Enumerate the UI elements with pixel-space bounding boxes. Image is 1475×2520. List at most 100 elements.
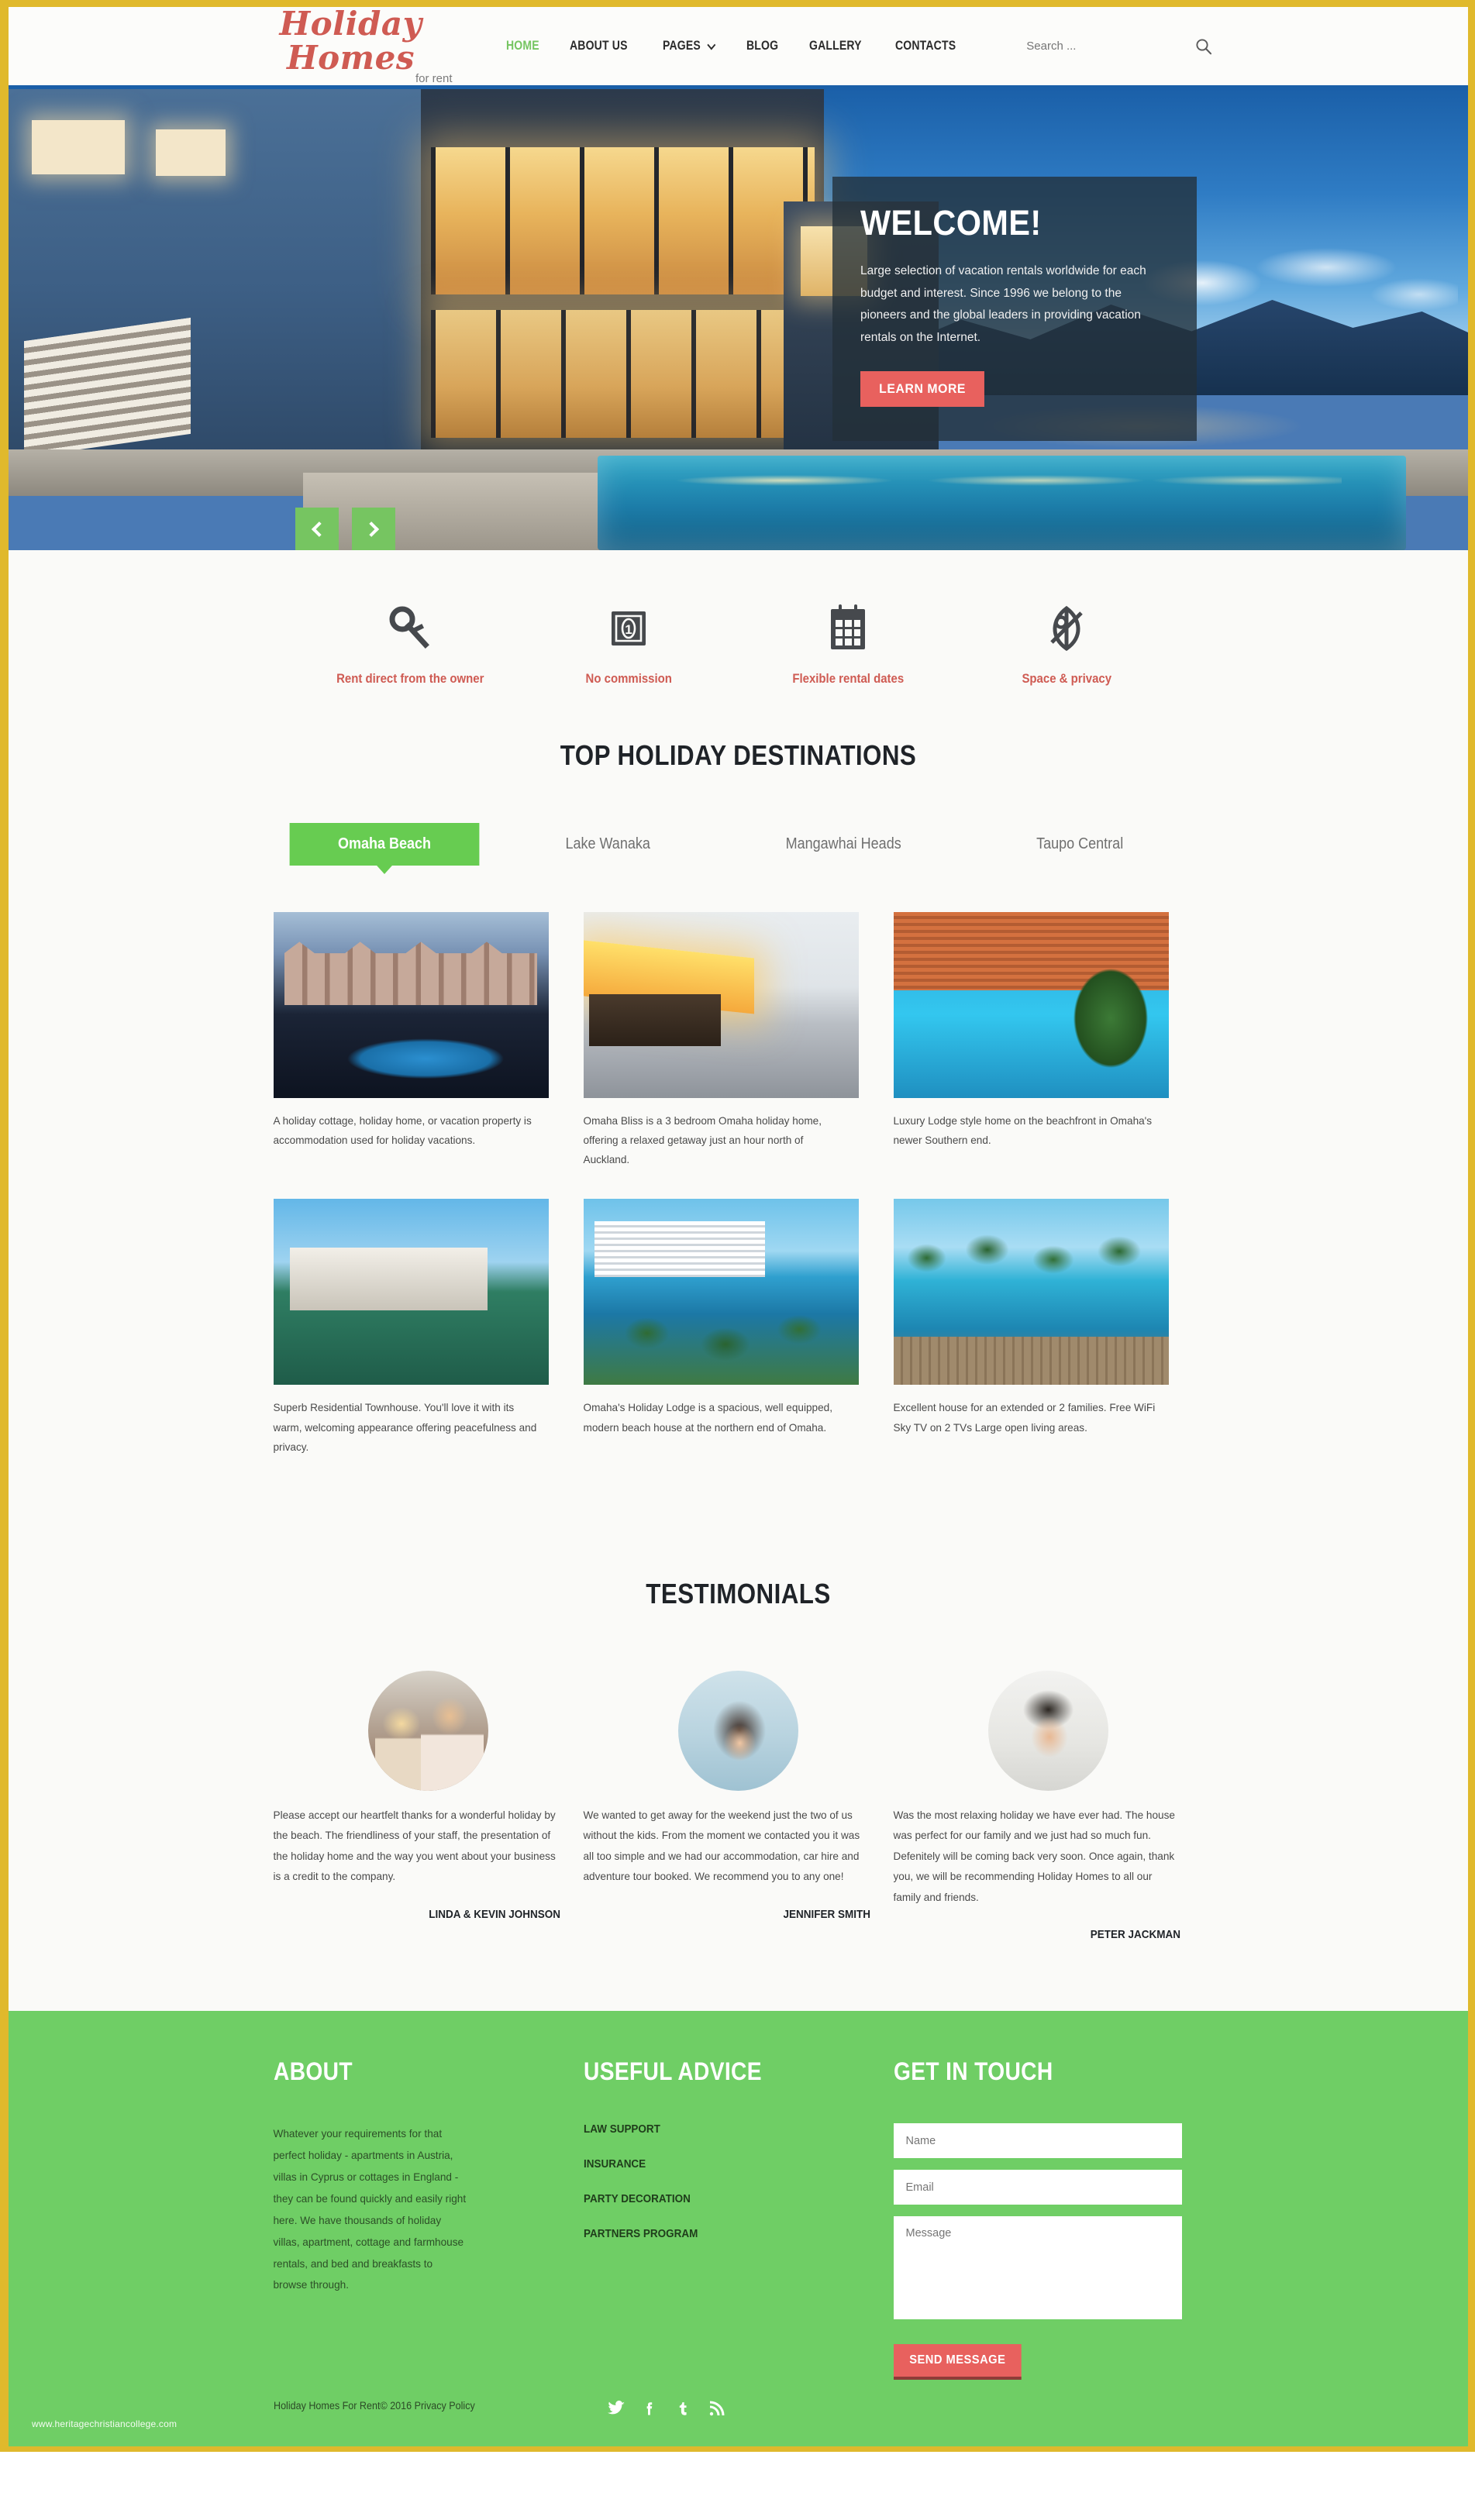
property-caption: Omaha Bliss is a 3 bedroom Omaha holiday…	[583, 1115, 822, 1166]
avatar	[368, 1671, 488, 1792]
social-links	[584, 2400, 894, 2418]
tab-label: Mangawhai Heads	[785, 835, 902, 852]
contact-email-input[interactable]	[893, 2170, 1182, 2205]
testimonials-section: TESTIMONIALS Please accept our heartfelt…	[9, 1516, 1468, 2012]
property-image[interactable]	[893, 1199, 1169, 1386]
search-input[interactable]	[1026, 40, 1151, 53]
chevron-down-icon	[706, 40, 715, 50]
nav-label: CONTACTS	[895, 39, 956, 53]
nav-label: HOME	[505, 39, 539, 53]
calendar-icon	[739, 598, 958, 659]
testimonial-item: Was the most relaxing holiday we have ev…	[893, 1661, 1204, 1941]
feature-label: Rent direct from the owner	[336, 671, 484, 686]
testimonial-quote: Please accept our heartfelt thanks for a…	[273, 1809, 556, 1883]
avatar	[988, 1671, 1108, 1792]
destination-tabs: Omaha Beach Lake Wanaka Mangawhai Heads …	[279, 823, 1198, 874]
tab-label: Taupo Central	[1036, 835, 1123, 852]
tumblr-icon[interactable]	[674, 2400, 692, 2418]
learn-more-button[interactable]: LEARN MORE	[860, 370, 985, 407]
property-image[interactable]	[583, 912, 859, 1098]
footer-bottom-bar: Holiday Homes For Rent© 2016 Privacy Pol…	[274, 2400, 1204, 2446]
footer-about-text: Whatever your requirements for that perf…	[273, 2128, 467, 2291]
footer-heading-about: ABOUT	[273, 2057, 353, 2086]
tab-taupo-central[interactable]: Taupo Central	[974, 823, 1186, 866]
property-image[interactable]	[893, 912, 1169, 1098]
property-image[interactable]	[273, 1199, 549, 1386]
tab-mangawhai-heads[interactable]: Mangawhai Heads	[738, 823, 950, 866]
footer-heading-advice: USEFUL ADVICE	[583, 2057, 762, 2086]
property-image[interactable]	[273, 912, 549, 1098]
features-section: Rent direct from the owner 1 No commissi…	[9, 550, 1468, 739]
twitter-icon[interactable]	[607, 2400, 625, 2418]
feature-label: Flexible rental dates	[791, 671, 904, 686]
page-wrapper: Holiday Homes for rent HOME ABOUT US PAG…	[9, 4, 1468, 2447]
send-message-button[interactable]: SEND MESSAGE	[893, 2344, 1022, 2381]
footer-contact-column: GET IN TOUCH SEND MESSAGE	[893, 2057, 1204, 2381]
property-card[interactable]: Excellent house for an extended or 2 fam…	[893, 1199, 1204, 1456]
slider-next-button[interactable]	[352, 508, 395, 550]
hero-caption-panel: WELCOME! Large selection of vacation ren…	[832, 177, 1197, 441]
contact-message-textarea[interactable]	[893, 2216, 1182, 2320]
nav-item-home[interactable]: HOME	[506, 39, 539, 53]
footer-link-law-support[interactable]: LAW SUPPORT	[584, 2123, 872, 2136]
property-card[interactable]: Luxury Lodge style home on the beachfron…	[893, 912, 1204, 1169]
hero-background-image	[9, 85, 1468, 550]
footer-link-partners-program[interactable]: PARTNERS PROGRAM	[584, 2228, 872, 2240]
contact-name-input[interactable]	[893, 2123, 1182, 2159]
hero-description: Large selection of vacation rentals worl…	[860, 264, 1146, 345]
destinations-section: TOP HOLIDAY DESTINATIONS Omaha Beach Lak…	[9, 739, 1468, 1517]
nav-label: PAGES	[662, 39, 701, 53]
logo-text: Holiday Homes	[279, 4, 422, 77]
testimonial-item: We wanted to get away for the weekend ju…	[584, 1661, 894, 1942]
nav-item-blog[interactable]: BLOG	[746, 39, 778, 53]
property-caption: Omaha's Holiday Lodge is a spacious, wel…	[583, 1402, 832, 1434]
nav-item-contacts[interactable]: CONTACTS	[895, 39, 956, 53]
tab-lake-wanaka[interactable]: Lake Wanaka	[501, 823, 714, 866]
feature-rent-direct: Rent direct from the owner	[301, 598, 520, 687]
footer-heading-get-in-touch: GET IN TOUCH	[893, 2057, 1053, 2086]
banknote-icon: 1	[519, 598, 739, 659]
feature-space-privacy: Space & privacy	[957, 598, 1177, 687]
avatar	[678, 1671, 798, 1792]
property-caption: A holiday cottage, holiday home, or vaca…	[273, 1115, 532, 1147]
tab-label: Omaha Beach	[337, 835, 432, 852]
nav-label: BLOG	[746, 39, 779, 53]
slider-controls	[295, 508, 395, 550]
property-image[interactable]	[583, 1199, 859, 1386]
chevron-right-icon	[364, 522, 380, 537]
nav-item-gallery[interactable]: GALLERY	[809, 39, 862, 53]
nav-label: ABOUT US	[569, 39, 628, 53]
feature-flexible-dates: Flexible rental dates	[739, 598, 958, 687]
search-area	[1026, 38, 1212, 55]
rss-icon[interactable]	[707, 2400, 725, 2418]
tab-omaha-beach[interactable]: Omaha Beach	[289, 823, 480, 874]
footer-link-insurance[interactable]: INSURANCE	[584, 2158, 872, 2171]
main-navigation: HOME ABOUT US PAGES BLOG GALLERY CONTACT…	[506, 39, 992, 53]
chevron-left-icon	[311, 522, 327, 537]
facebook-icon[interactable]	[640, 2400, 659, 2418]
footer-advice-column: USEFUL ADVICE LAW SUPPORT INSURANCE PART…	[584, 2057, 894, 2380]
site-logo[interactable]: Holiday Homes for rent	[239, 4, 471, 85]
nav-item-pages[interactable]: PAGES	[662, 39, 715, 53]
property-card[interactable]: Omaha's Holiday Lodge is a spacious, wel…	[583, 1199, 894, 1456]
nav-item-about-us[interactable]: ABOUT US	[570, 39, 628, 53]
feature-label: No commission	[585, 671, 672, 686]
testimonial-quote: Was the most relaxing holiday we have ev…	[893, 1809, 1175, 1903]
hero-slider: WELCOME! Large selection of vacation ren…	[9, 85, 1468, 550]
footer-link-party-decoration[interactable]: PARTY DECORATION	[584, 2193, 872, 2205]
feature-no-commission: 1 No commission	[519, 598, 739, 687]
property-card[interactable]: Superb Residential Townhouse. You'll lov…	[273, 1199, 584, 1456]
search-button[interactable]	[1195, 38, 1212, 55]
key-icon	[301, 598, 520, 659]
testimonial-item: Please accept our heartfelt thanks for a…	[274, 1661, 584, 1942]
site-footer: ABOUT Whatever your requirements for tha…	[9, 2011, 1468, 2447]
property-card[interactable]: Omaha Bliss is a 3 bedroom Omaha holiday…	[583, 912, 894, 1169]
testimonial-quote: We wanted to get away for the weekend ju…	[583, 1809, 860, 1883]
copyright-text: Holiday Homes For Rent© 2016 Privacy Pol…	[273, 2400, 475, 2412]
property-grid: A holiday cottage, holiday home, or vaca…	[273, 912, 1204, 1486]
footer-about-column: ABOUT Whatever your requirements for tha…	[274, 2057, 584, 2380]
property-card[interactable]: A holiday cottage, holiday home, or vaca…	[273, 912, 584, 1169]
watermark-text: www.heritagechristiancollege.com	[32, 2418, 177, 2430]
slider-prev-button[interactable]	[295, 508, 339, 550]
section-title-destinations: TOP HOLIDAY DESTINATIONS	[560, 739, 917, 771]
